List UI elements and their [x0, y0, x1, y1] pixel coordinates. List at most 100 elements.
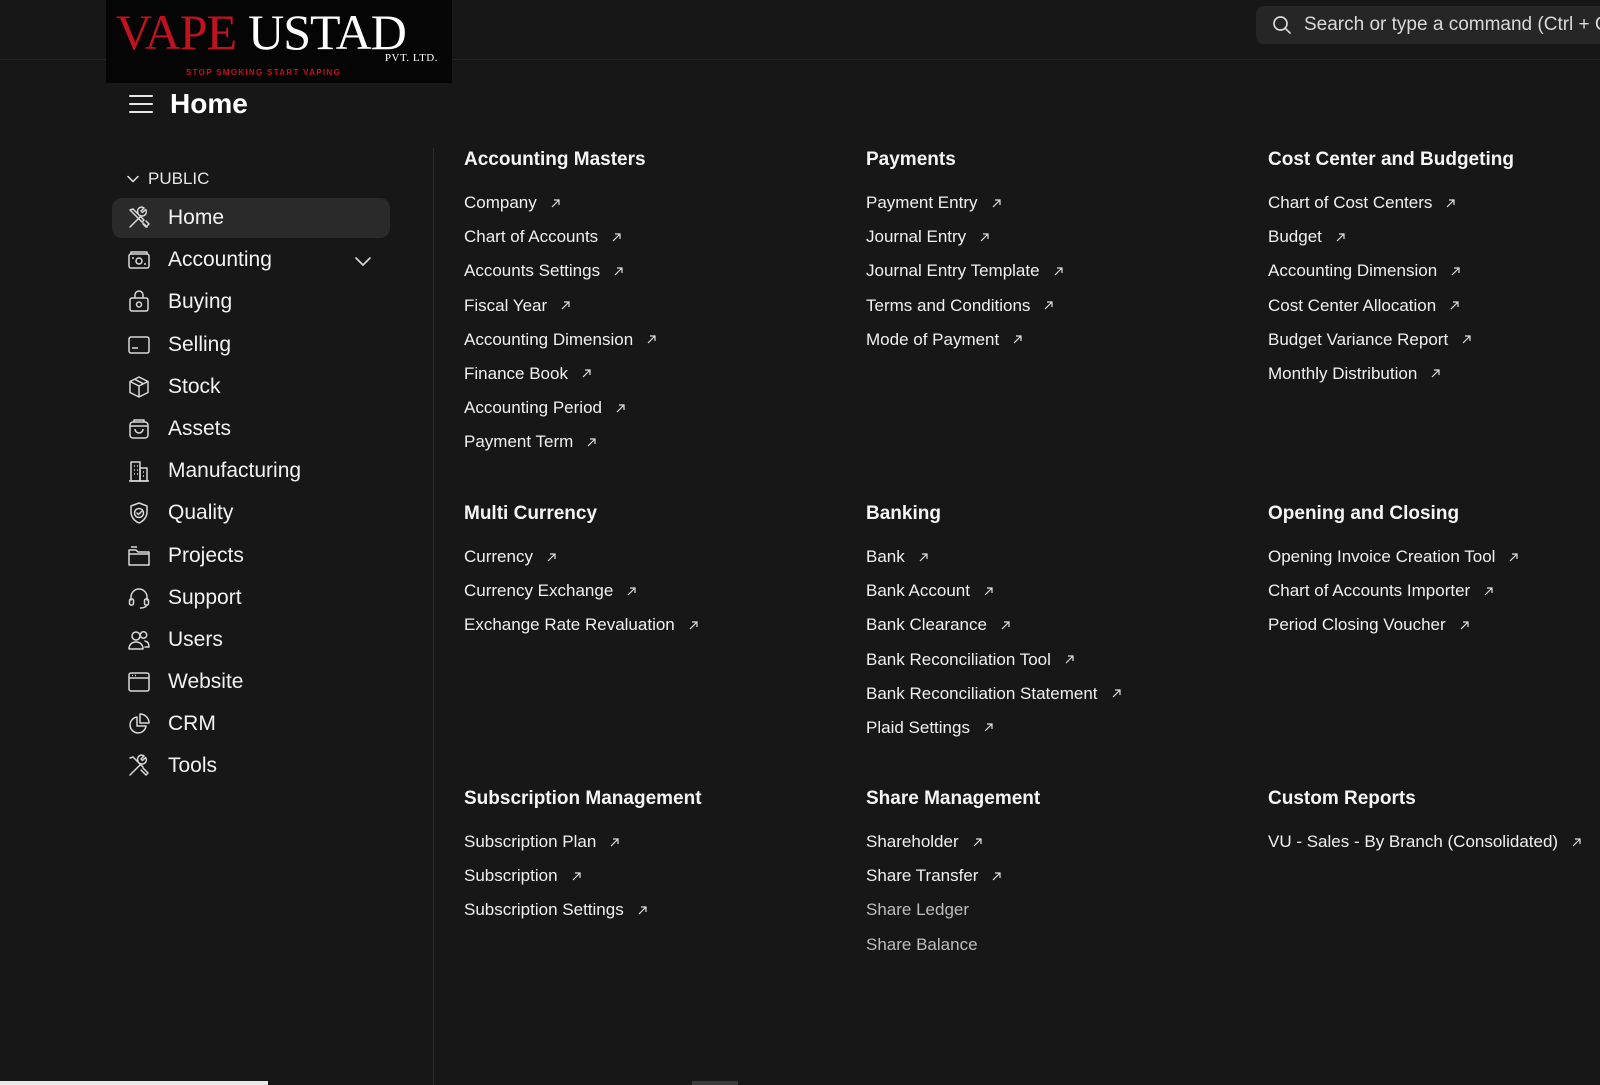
search-icon	[1273, 16, 1291, 34]
sidebar-item-tools[interactable]: Tools	[112, 746, 390, 786]
browser-icon	[126, 669, 152, 695]
section-toggle-public[interactable]: PUBLIC	[112, 166, 390, 192]
link-budget[interactable]: Budget	[1268, 225, 1514, 249]
card-banking: Banking Bank Bank Account Bank Clearance…	[866, 502, 1122, 750]
link-journal-entry[interactable]: Journal Entry	[866, 225, 1064, 249]
link-monthly-distribution[interactable]: Monthly Distribution	[1268, 362, 1514, 386]
link-subscription-settings[interactable]: Subscription Settings	[464, 898, 702, 922]
link-subscription[interactable]: Subscription	[464, 864, 702, 888]
link-label: Chart of Accounts	[464, 227, 599, 247]
sidebar-item-label: CRM	[168, 712, 216, 736]
shopping-bag-icon	[126, 289, 152, 315]
sidebar-item-stock[interactable]: Stock	[112, 367, 390, 407]
link-payment-term[interactable]: Payment Term	[464, 430, 657, 454]
link-opening-invoice-creation-tool[interactable]: Opening Invoice Creation Tool	[1268, 545, 1519, 569]
arrow-up-right-icon	[1450, 301, 1459, 310]
link-chart-of-accounts[interactable]: Chart of Accounts	[464, 225, 657, 249]
link-label: Monthly Distribution	[1268, 363, 1418, 383]
arrow-up-right-icon	[638, 906, 647, 915]
link-company[interactable]: Company	[464, 191, 657, 215]
link-vu-sales-by-branch[interactable]: VU - Sales - By Branch (Consolidated)	[1268, 830, 1582, 854]
link-label: Bank Reconciliation Statement	[866, 683, 1098, 703]
page-title: Home	[170, 88, 248, 119]
arrow-up-right-icon	[587, 438, 596, 447]
link-share-ledger[interactable]: Share Ledger	[866, 898, 1040, 922]
link-bank[interactable]: Bank	[866, 545, 1122, 569]
link-cost-center-allocation[interactable]: Cost Center Allocation	[1268, 294, 1514, 318]
chevron-down-icon	[127, 175, 139, 183]
link-label: Shareholder	[866, 832, 959, 851]
link-mode-of-payment[interactable]: Mode of Payment	[866, 328, 1064, 352]
card-title: Multi Currency	[464, 503, 598, 524]
users-icon	[126, 627, 152, 653]
link-label: Share Balance	[866, 934, 978, 954]
sidebar-item-projects[interactable]: Projects	[112, 536, 390, 576]
link-label: Period Closing Voucher	[1268, 615, 1446, 635]
card-title: Custom Reports	[1268, 788, 1416, 809]
hamburger-icon[interactable]	[128, 93, 154, 115]
link-currency[interactable]: Currency	[464, 545, 699, 569]
link-journal-entry-template[interactable]: Journal Entry Template	[866, 259, 1064, 283]
link-label: Accounting Period	[464, 398, 602, 418]
link-chart-of-cost-centers[interactable]: Chart of Cost Centers	[1268, 191, 1514, 215]
sidebar-item-home[interactable]: Home	[112, 198, 390, 238]
link-accounting-period[interactable]: Accounting Period	[464, 396, 657, 420]
link-payment-entry[interactable]: Payment Entry	[866, 191, 1064, 215]
link-finance-book[interactable]: Finance Book	[464, 362, 657, 386]
link-terms-and-conditions[interactable]: Terms and Conditions	[866, 294, 1064, 318]
sidebar-divider	[433, 148, 434, 1085]
link-chart-of-accounts-importer[interactable]: Chart of Accounts Importer	[1268, 579, 1519, 603]
link-fiscal-year[interactable]: Fiscal Year	[464, 294, 657, 318]
link-label: Accounting Dimension	[1268, 261, 1438, 281]
link-plaid-settings[interactable]: Plaid Settings	[866, 716, 1122, 740]
link-accounting-dimension[interactable]: Accounting Dimension	[464, 328, 657, 352]
sidebar-item-buying[interactable]: Buying	[112, 282, 390, 322]
link-bank-clearance[interactable]: Bank Clearance	[866, 613, 1122, 637]
arrow-up-right-icon	[1431, 369, 1440, 378]
sidebar-item-label: Stock	[168, 374, 221, 398]
link-accounting-dimension[interactable]: Accounting Dimension	[1268, 259, 1514, 283]
link-share-balance[interactable]: Share Balance	[866, 933, 1040, 957]
sidebar-item-selling[interactable]: Selling	[112, 325, 390, 365]
sidebar-item-support[interactable]: Support	[112, 578, 390, 618]
search-input[interactable]	[1302, 13, 1600, 37]
link-bank-account[interactable]: Bank Account	[866, 579, 1122, 603]
link-share-transfer[interactable]: Share Transfer	[866, 864, 1040, 888]
link-label: Bank Clearance	[866, 615, 987, 635]
sidebar-item-label: Selling	[168, 332, 232, 356]
link-label: Payment Term	[464, 432, 574, 452]
sidebar-item-crm[interactable]: CRM	[112, 704, 390, 744]
link-shareholder[interactable]: Shareholder	[866, 830, 1040, 854]
chevron-down-icon[interactable]	[354, 252, 372, 270]
link-label: Chart of Cost Centers	[1268, 193, 1433, 212]
sidebar-item-label: Tools	[168, 754, 218, 778]
sidebar-item-website[interactable]: Website	[112, 662, 390, 702]
link-label: Journal Entry Template	[866, 261, 1040, 281]
brand-logo[interactable]: VAPE USTAD PVT. LTD. STOP SMOKING START V…	[106, 0, 452, 83]
link-period-closing-voucher[interactable]: Period Closing Voucher	[1268, 613, 1519, 637]
link-exchange-rate-revaluation[interactable]: Exchange Rate Revaluation	[464, 613, 699, 637]
sidebar-item-users[interactable]: Users	[112, 620, 390, 660]
link-bank-reconciliation-tool[interactable]: Bank Reconciliation Tool	[866, 648, 1122, 672]
search-bar[interactable]	[1256, 6, 1600, 44]
folder-icon	[126, 543, 152, 569]
box-icon	[126, 374, 152, 400]
card-payments: Payments Payment Entry Journal Entry Jou…	[866, 148, 1064, 362]
arrow-up-right-icon	[1451, 267, 1460, 276]
card-title: Banking	[866, 503, 941, 524]
arrow-up-right-icon	[980, 233, 989, 242]
scroll-handle[interactable]	[692, 1081, 738, 1085]
sidebar-item-label: Projects	[168, 543, 244, 567]
sidebar-item-manufacturing[interactable]: Manufacturing	[112, 451, 390, 491]
arrow-up-right-icon	[627, 587, 636, 596]
sidebar-item-assets[interactable]: Assets	[112, 409, 390, 449]
link-accounts-settings[interactable]: Accounts Settings	[464, 259, 657, 283]
arrow-up-right-icon	[572, 872, 581, 881]
page-header: Home	[128, 84, 248, 124]
link-bank-reconciliation-statement[interactable]: Bank Reconciliation Statement	[866, 682, 1122, 706]
sidebar-item-quality[interactable]: Quality	[112, 493, 390, 533]
link-currency-exchange[interactable]: Currency Exchange	[464, 579, 699, 603]
link-budget-variance-report[interactable]: Budget Variance Report	[1268, 328, 1514, 352]
link-subscription-plan[interactable]: Subscription Plan	[464, 830, 702, 854]
sidebar-item-accounting[interactable]: Accounting	[112, 240, 390, 280]
